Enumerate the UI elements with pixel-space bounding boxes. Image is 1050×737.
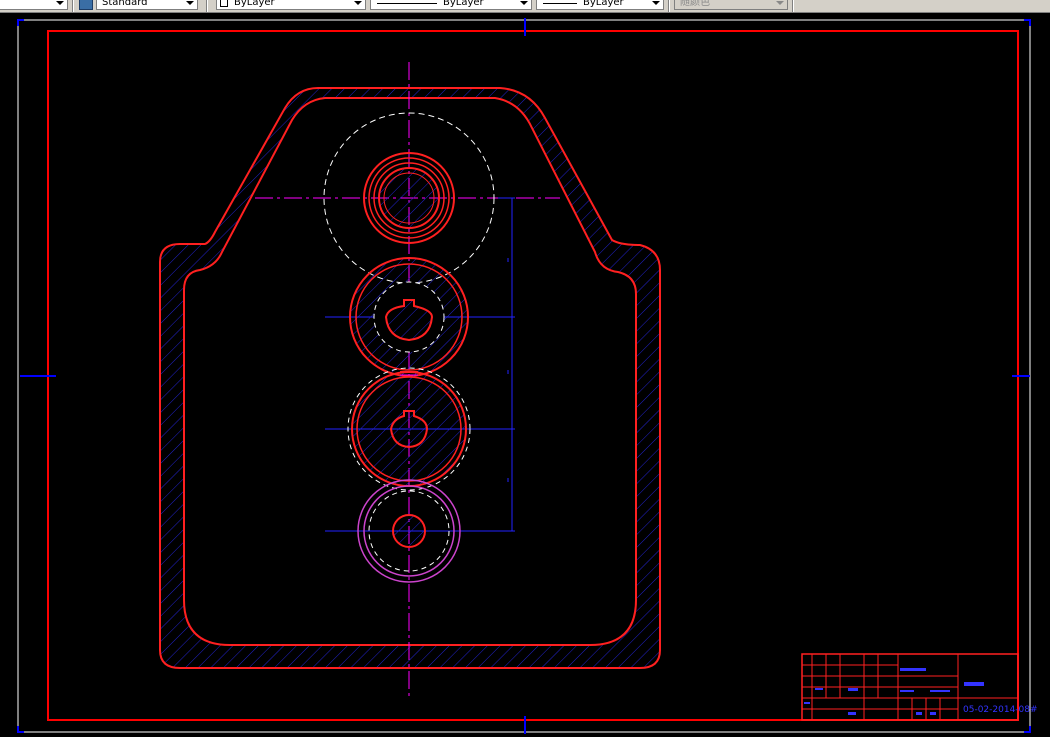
color-swatch-icon: [220, 0, 228, 7]
lineweight-preview-icon: [543, 3, 577, 4]
drawing-number: 05-02-2014-08#: [963, 705, 1038, 715]
text-style-value: Standard: [102, 0, 148, 8]
color-dropdown[interactable]: ByLayer: [216, 0, 366, 10]
toolbar-separator: [72, 0, 74, 12]
chevron-down-icon: [56, 1, 64, 5]
text-style-dropdown[interactable]: Standard: [96, 0, 198, 10]
chevron-down-icon: [652, 1, 660, 5]
title-block: 05-02-2014-08#: [801, 653, 1038, 721]
chevron-down-icon: [186, 1, 194, 5]
gear-2: [349, 257, 469, 377]
drawing-border: [47, 30, 1019, 721]
layer-dropdown[interactable]: [0, 0, 68, 10]
plot-style-value: 随颜色: [680, 0, 710, 8]
title-block-fill-marks: [804, 668, 984, 715]
linetype-preview-icon: [377, 3, 437, 4]
drawing-canvas[interactable]: 05-02-2014-08#: [0, 13, 1050, 737]
lineweight-value: ByLayer: [583, 0, 624, 8]
text-style-icon[interactable]: [79, 0, 93, 10]
color-value: ByLayer: [234, 0, 275, 8]
chevron-down-icon: [520, 1, 528, 5]
linetype-dropdown[interactable]: ByLayer: [370, 0, 532, 10]
gear-3: [347, 367, 471, 491]
toolbar-separator: [792, 0, 794, 12]
chevron-down-icon: [354, 1, 362, 5]
toolbar-separator: [206, 0, 208, 12]
linetype-value: ByLayer: [443, 0, 484, 8]
chevron-down-icon: [776, 1, 784, 5]
properties-toolbar: Standard ByLayer ByLayer ByLayer 随颜色: [0, 0, 1050, 13]
toolbar-separator: [668, 0, 670, 12]
lineweight-dropdown[interactable]: ByLayer: [536, 0, 664, 10]
plot-style-dropdown[interactable]: 随颜色: [674, 0, 788, 10]
